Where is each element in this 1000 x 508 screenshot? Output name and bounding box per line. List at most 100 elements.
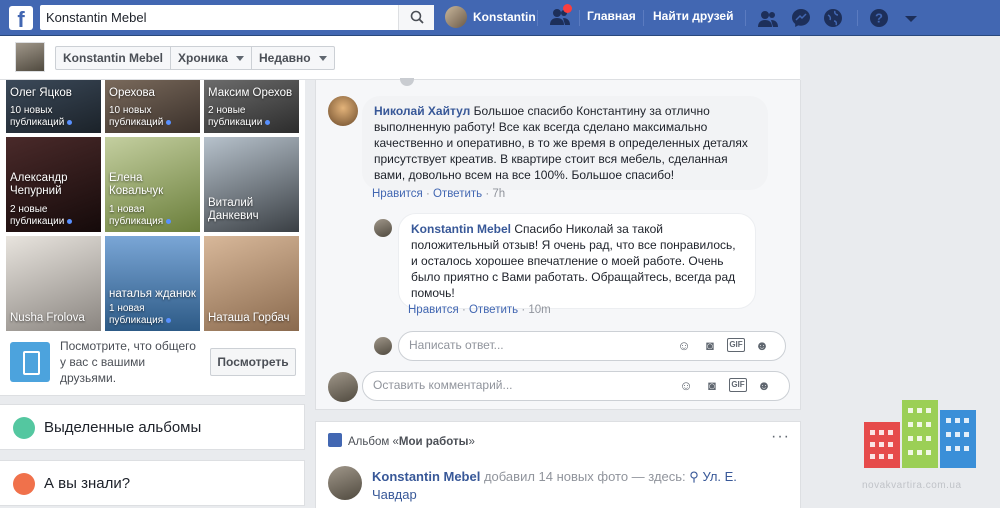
messenger-icon[interactable] [790, 7, 812, 29]
reply-input-box: ☺ ◙ GIF ☻ [398, 331, 786, 361]
friend-name: Елена Ковальчук [109, 172, 164, 197]
friend-name: наталья жданюк [109, 288, 196, 300]
friend-update-count: 1 новая публикация [109, 303, 189, 327]
sticker-icon[interactable]: ☻ [755, 378, 773, 394]
featured-albums-card[interactable]: Выделенные альбомы [0, 404, 305, 450]
featured-albums-label: Выделенные альбомы [44, 419, 202, 436]
avatar[interactable] [374, 219, 392, 237]
divider [643, 10, 644, 26]
comment-author[interactable]: Николай Хайтул [374, 104, 470, 118]
friend-tile[interactable]: Елена Ковальчук 1 новая публикация [105, 137, 200, 232]
friend-update-count: 2 новые публикации [10, 204, 90, 228]
phone-icon [10, 342, 50, 382]
promo-text: Посмотрите, что общего у вас с вашими др… [60, 339, 196, 385]
comment-author[interactable]: Konstantin Mebel [411, 222, 511, 236]
friend-tile[interactable]: Олег Яцков 10 новых публикаций [6, 80, 101, 133]
avatar[interactable] [328, 466, 362, 500]
avatar [374, 337, 392, 355]
sticker-icon[interactable]: ☻ [753, 338, 771, 354]
post-author[interactable]: Konstantin Mebel [372, 469, 480, 484]
friend-name: Орехова [109, 87, 155, 99]
timeline-label: Хроника [178, 51, 228, 65]
watermark-logo [864, 400, 976, 468]
like-link[interactable]: Нравится [372, 188, 423, 200]
friend-update-count: 2 новые публикации [208, 105, 288, 129]
comment-bubble: Konstantin Mebel Спасибо Николай за тако… [398, 213, 756, 309]
timeline-dropdown[interactable]: Хроника [171, 47, 252, 69]
notification-badge [563, 4, 572, 13]
friend-update-count: 1 новая публикация [109, 204, 189, 228]
like-link[interactable]: Нравится [408, 304, 459, 316]
album-post-card: Альбом «Мои работы» ··· Konstantin Mebel… [315, 421, 801, 508]
did-you-know-label: А вы знали? [44, 475, 131, 492]
comment-actions: Нравится · Ответить · 7h [372, 188, 506, 200]
divider [745, 10, 746, 26]
facebook-logo-icon[interactable]: f [9, 6, 33, 30]
help-icon[interactable]: ? [868, 7, 890, 29]
recent-dropdown[interactable]: Недавно [252, 47, 334, 69]
divider [579, 10, 580, 26]
view-button[interactable]: Посмотреть [210, 348, 296, 376]
profile-link[interactable]: Konstantin [445, 6, 536, 28]
account-menu-chevron-down-icon[interactable] [900, 7, 922, 29]
emoji-icon[interactable]: ☺ [677, 378, 695, 394]
friend-name: Максим Орехов [208, 87, 293, 99]
new-dot-icon [67, 218, 73, 224]
new-dot-icon [265, 119, 271, 125]
search-icon [410, 10, 424, 24]
emoji-icon[interactable]: ☺ [675, 338, 693, 354]
comment-input[interactable] [373, 378, 623, 392]
search-box [40, 5, 434, 30]
reply-link[interactable]: Ответить [469, 304, 518, 316]
gif-icon[interactable]: GIF [729, 378, 747, 392]
divider [857, 10, 858, 26]
find-friends-link[interactable]: Найти друзей [653, 9, 733, 23]
comment-actions: Нравится · Ответить · 10m [408, 304, 551, 316]
search-button[interactable] [398, 5, 434, 30]
new-dot-icon [166, 317, 172, 323]
avatar[interactable] [328, 96, 358, 126]
camera-icon[interactable]: ◙ [701, 338, 719, 354]
friend-tile[interactable]: Александр Чепурний 2 новые публикации [6, 137, 101, 232]
post-comments-section: Николай Хайтул Большое спасибо Константи… [315, 78, 801, 410]
reply-input[interactable] [409, 338, 659, 352]
reply-comment: Konstantin Mebel Спасибо Николай за тако… [374, 213, 794, 323]
friend-tile[interactable]: Наташа Горбач [204, 236, 299, 331]
camera-icon[interactable]: ◙ [703, 378, 721, 394]
comment-time: 7h [492, 188, 506, 200]
avatar[interactable] [15, 42, 45, 72]
divider [537, 10, 538, 26]
chevron-down-icon [318, 55, 327, 61]
friends-icon[interactable] [757, 7, 779, 29]
friend-name: Олег Яцков [10, 87, 72, 99]
friend-tile[interactable]: Nusha Frolova [6, 236, 101, 331]
friend-tile[interactable]: Орехова 10 новых публикаций [105, 80, 200, 133]
speech-bubble-icon [13, 473, 35, 495]
comment-bubble: Николай Хайтул Большое спасибо Константи… [362, 96, 768, 190]
new-dot-icon [166, 218, 172, 224]
post-action: добавил 14 новых фото — здесь: [483, 469, 686, 484]
svg-text:?: ? [875, 11, 883, 26]
friend-tile[interactable]: наталья жданюк 1 новая публикация [105, 236, 200, 331]
more-options-icon[interactable]: ··· [771, 428, 790, 446]
watermark-text: novakvartira.com.ua [862, 480, 962, 491]
gif-icon[interactable]: GIF [727, 338, 745, 352]
friend-name: Наташа Горбач [208, 312, 290, 324]
friend-tile[interactable]: Виталий Данкевич [204, 137, 299, 232]
new-dot-icon [67, 119, 73, 125]
profile-name-button[interactable]: Konstantin Mebel [56, 47, 172, 69]
timeline-nav: Konstantin Mebel Хроника Недавно [55, 46, 335, 70]
friend-tile[interactable]: Максим Орехов 2 новые публикации [204, 80, 299, 133]
comment: Николай Хайтул Большое спасибо Константи… [328, 96, 788, 206]
reply-link[interactable]: Ответить [433, 188, 482, 200]
post-text: Konstantin Mebel добавил 14 новых фото —… [372, 468, 772, 504]
notifications-globe-icon[interactable] [822, 7, 844, 29]
search-input[interactable] [40, 5, 400, 30]
timeline-header-strip: Konstantin Mebel Хроника Недавно [0, 36, 800, 80]
comment-time: 10m [528, 304, 551, 316]
home-link[interactable]: Главная [587, 9, 636, 23]
did-you-know-card[interactable]: А вы знали? [0, 460, 305, 506]
profile-name: Konstantin [473, 10, 536, 24]
album-name-link[interactable]: Мои работы [399, 436, 469, 448]
recent-label: Недавно [258, 51, 311, 65]
